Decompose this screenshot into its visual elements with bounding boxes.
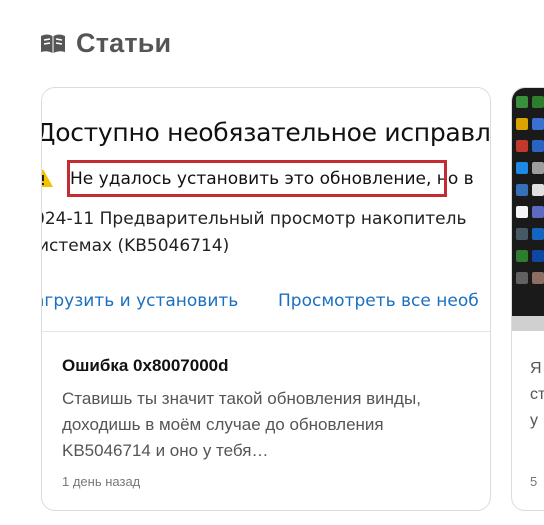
card-excerpt: у <box>530 412 538 429</box>
card-excerpt: Ставишь ты значит такой обновления винды… <box>62 389 421 460</box>
desktop-icon <box>516 118 528 130</box>
section-title: Статьи <box>76 28 172 58</box>
desktop-icon <box>532 184 544 196</box>
desktop-icon <box>532 250 544 262</box>
thumbnail-update-kb: истемах (KB5046714) <box>42 236 230 256</box>
desktop-icon <box>516 140 528 152</box>
thumbnail-download-link: агрузить и установить <box>42 291 239 311</box>
thumbnail-view-all-link: Просмотреть все необ <box>278 291 479 311</box>
article-card[interactable]: Я ст у 5 <box>511 87 544 511</box>
desktop-icon <box>516 228 528 240</box>
card-title[interactable]: Ошибка 0x8007000d <box>62 356 470 376</box>
desktop-icon <box>516 162 528 174</box>
article-thumbnail[interactable] <box>512 88 544 331</box>
open-book-icon <box>41 34 65 53</box>
card-body: Ошибка 0x8007000d Ставишь ты значит тако… <box>62 356 470 464</box>
desktop-icon <box>532 118 544 130</box>
desktop-icon <box>532 96 544 108</box>
taskbar <box>512 316 544 331</box>
article-thumbnail[interactable]: Доступно необязательное исправлени Не уд… <box>42 88 490 332</box>
section-header: Статьи <box>40 28 171 59</box>
desktop-icon <box>532 140 544 152</box>
thumbnail-update-name: 024-11 Предварительный просмотр накопите… <box>42 209 467 229</box>
warning-triangle-icon <box>42 169 53 187</box>
thumbnail-heading: Доступно необязательное исправлени <box>42 118 490 147</box>
desktop-icon <box>532 228 544 240</box>
desktop-icon <box>516 250 528 262</box>
article-card[interactable]: Доступно необязательное исправлени Не уд… <box>41 87 491 511</box>
error-highlight-box <box>67 160 447 197</box>
card-title: Я <box>530 360 542 377</box>
desktop-icon <box>532 206 544 218</box>
card-timestamp: 1 день назад <box>62 474 141 489</box>
desktop-icon <box>516 184 528 196</box>
desktop-icon <box>532 162 544 174</box>
desktop-icon <box>516 96 528 108</box>
card-excerpt: ст <box>530 386 544 403</box>
desktop-icon <box>532 272 544 284</box>
desktop-icon <box>516 206 528 218</box>
card-timestamp: 5 <box>530 474 538 489</box>
desktop-icon <box>516 272 528 284</box>
